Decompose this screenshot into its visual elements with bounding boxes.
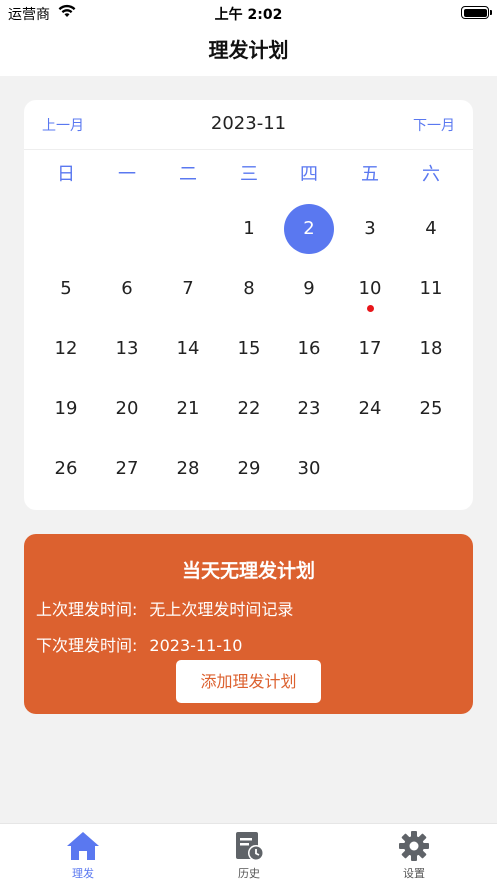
day-number: 18	[419, 338, 443, 359]
calendar-day[interactable]: 20	[102, 384, 152, 434]
tab-label: 理发	[72, 867, 94, 880]
calendar-day[interactable]: 24	[345, 384, 395, 434]
day-number: 8	[243, 278, 255, 299]
weekday-label: 五	[361, 164, 379, 185]
day-number: 15	[237, 338, 261, 359]
tab-haircut[interactable]: 理发	[33, 830, 133, 883]
calendar-day[interactable]: 11	[406, 264, 456, 314]
calendar-day[interactable]: 8	[224, 264, 274, 314]
next-haircut-row: 下次理发时间: 2023-11-10	[36, 632, 242, 656]
calendar-day[interactable]: 2	[284, 204, 334, 254]
day-number: 3	[364, 218, 376, 239]
gear-icon	[399, 831, 429, 861]
calendar-day[interactable]: 30	[284, 444, 334, 494]
day-number: 12	[54, 338, 78, 359]
clock: 上午 2:02	[214, 7, 283, 23]
calendar-day[interactable]: 29	[224, 444, 274, 494]
day-number: 16	[297, 338, 321, 359]
next-haircut-label: 下次理发时间:	[36, 636, 138, 655]
calendar-day[interactable]: 1	[224, 204, 274, 254]
day-number: 22	[237, 398, 261, 419]
calendar-day[interactable]: 13	[102, 324, 152, 374]
calendar-day[interactable]: 23	[284, 384, 334, 434]
day-number: 28	[176, 458, 200, 479]
tab-history[interactable]: 历史	[199, 830, 299, 883]
day-number: 7	[182, 278, 194, 299]
calendar-day[interactable]: 9	[284, 264, 334, 314]
calendar-day[interactable]: 25	[406, 384, 456, 434]
calendar-day[interactable]: 22	[224, 384, 274, 434]
day-number: 13	[115, 338, 139, 359]
day-number: 29	[237, 458, 261, 479]
day-number: 11	[419, 278, 443, 299]
weekday-label: 一	[118, 164, 136, 185]
current-month: 2023-11	[210, 113, 287, 134]
calendar-day[interactable]: 18	[406, 324, 456, 374]
calendar-day[interactable]: 16	[284, 324, 334, 374]
tab-settings[interactable]: 设置	[364, 830, 464, 883]
plan-marker-dot	[367, 305, 374, 312]
plan-info-card: 当天无理发计划 上次理发时间: 无上次理发时间记录 下次理发时间: 2023-11-…	[24, 534, 473, 714]
calendar-card: 上一月 2023-11 下一月 日 一 二 三 四 五 六 1234567891…	[24, 100, 473, 510]
calendar-day[interactable]: 15	[224, 324, 274, 374]
calendar-day[interactable]: 5	[41, 264, 91, 314]
calendar-day[interactable]: 28	[163, 444, 213, 494]
weekday-label: 二	[179, 164, 197, 185]
weekday-row: 日 一 二 三 四 五 六	[24, 160, 473, 190]
day-number: 21	[176, 398, 200, 419]
tab-label: 设置	[403, 867, 425, 880]
calendar-day[interactable]: 17	[345, 324, 395, 374]
home-icon	[67, 832, 99, 860]
add-plan-button[interactable]: 添加理发计划	[176, 660, 321, 703]
plan-status-headline: 当天无理发计划	[181, 560, 315, 582]
day-number: 6	[121, 278, 133, 299]
calendar-day[interactable]: 14	[163, 324, 213, 374]
weekday-label: 六	[422, 164, 440, 185]
day-number: 25	[419, 398, 443, 419]
day-number: 1	[243, 218, 255, 239]
day-number: 26	[54, 458, 78, 479]
weekday-label: 三	[240, 164, 258, 185]
calendar-day[interactable]: 10	[345, 264, 395, 314]
day-number: 9	[303, 278, 315, 299]
day-number: 23	[297, 398, 321, 419]
next-month-button[interactable]: 下一月	[413, 115, 455, 135]
calendar-header: 上一月 2023-11 下一月	[24, 100, 473, 150]
day-number: 10	[358, 278, 382, 299]
calendar-day[interactable]: 26	[41, 444, 91, 494]
day-number: 19	[54, 398, 78, 419]
calendar-day[interactable]: 4	[406, 204, 456, 254]
day-number: 27	[115, 458, 139, 479]
history-icon	[236, 832, 264, 861]
last-haircut-label: 上次理发时间:	[36, 600, 138, 619]
day-number: 30	[297, 458, 321, 479]
calendar-day[interactable]: 19	[41, 384, 91, 434]
tab-bar: 理发 历史 设置	[0, 823, 497, 883]
day-number: 5	[60, 278, 72, 299]
calendar-day[interactable]: 3	[345, 204, 395, 254]
day-number: 14	[176, 338, 200, 359]
day-grid: 1 2 3 4 5 6 7 8 9 10 11 12 13 14 15 16 17 18 19 20 21 22 23 24 2…	[24, 198, 473, 498]
page-title: 理发计划	[208, 38, 289, 62]
tab-label: 历史	[238, 867, 260, 880]
weekday-label: 四	[300, 164, 318, 185]
day-number: 24	[358, 398, 382, 419]
weekday-label: 日	[57, 164, 75, 185]
calendar-day[interactable]: 12	[41, 324, 91, 374]
calendar-day[interactable]: 6	[102, 264, 152, 314]
day-number: 4	[425, 218, 437, 239]
last-haircut-row: 上次理发时间: 无上次理发时间记录	[36, 596, 293, 620]
status-bar: 运营商 上午 2:02	[0, 0, 497, 26]
day-number: 2	[303, 218, 315, 239]
calendar-day[interactable]: 27	[102, 444, 152, 494]
navigation-bar: 理发计划	[0, 26, 497, 76]
last-haircut-value: 无上次理发时间记录	[149, 600, 294, 619]
day-number: 20	[115, 398, 139, 419]
day-number: 17	[358, 338, 382, 359]
battery-icon	[461, 6, 492, 19]
calendar-day[interactable]: 7	[163, 264, 213, 314]
next-haircut-value: 2023-11-10	[149, 636, 243, 655]
calendar-day[interactable]: 21	[163, 384, 213, 434]
